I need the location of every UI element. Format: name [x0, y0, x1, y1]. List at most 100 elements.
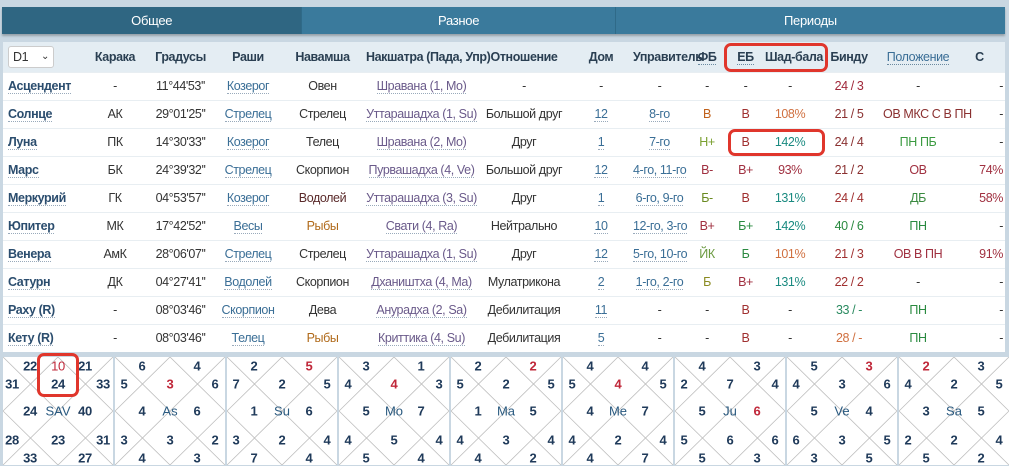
- col-position[interactable]: Положение: [882, 42, 954, 72]
- house-10-value: 5: [529, 403, 537, 419]
- house-5-value: 6: [792, 432, 800, 448]
- relation: Большой друг: [485, 107, 563, 121]
- house-3-value: 5: [568, 376, 576, 392]
- house-11-value: 5: [547, 376, 555, 392]
- house-11-value: 4: [771, 376, 779, 392]
- table-header: D1 ⌄ Карака Градусы Раши Навамша Накшатр…: [3, 42, 1005, 72]
- nakshatra-link[interactable]: Криттика (4, Su): [378, 331, 465, 347]
- rashi-link[interactable]: Козерог: [226, 135, 270, 150]
- degrees: 08°03'46'': [155, 331, 206, 346]
- nakshatra-link[interactable]: Шравана (2, Mo): [376, 135, 467, 150]
- house-8-value: 4: [305, 450, 313, 466]
- lord-link[interactable]: 8-го: [649, 107, 670, 122]
- house-6-value: 4: [474, 450, 482, 466]
- house-5-value: 4: [344, 432, 352, 448]
- planet-name[interactable]: Раху (R): [8, 303, 55, 318]
- relation: Большой друг: [485, 163, 563, 177]
- degrees: 14°30'33'': [155, 135, 206, 149]
- lord-link[interactable]: 7-го: [649, 135, 670, 150]
- eb-value: В+: [738, 275, 753, 289]
- rashi-link[interactable]: Телец: [231, 331, 265, 347]
- karaka: ГК: [108, 191, 122, 205]
- planet-name[interactable]: Меркурий: [8, 191, 66, 206]
- planet-name[interactable]: Марс: [8, 163, 39, 178]
- house-link[interactable]: 5: [597, 331, 605, 347]
- tab-misc[interactable]: Разное: [302, 7, 616, 34]
- rashi-link[interactable]: Стрелец: [224, 107, 272, 122]
- house-4-value: 1: [474, 403, 482, 419]
- nakshatra-link[interactable]: Пурвашадха (4, Ve): [368, 163, 475, 178]
- division-select[interactable]: D1 ⌄: [8, 45, 54, 68]
- chart-mo: 4 3 4 5 4 5 5 4 4 7 3 1 Mo: [339, 357, 449, 466]
- lord-link[interactable]: 4-го, 11-го: [633, 163, 687, 178]
- rashi-link[interactable]: Стрелец: [224, 163, 272, 178]
- house-8-value: 27: [78, 450, 92, 466]
- bindu-value: 24 / 4: [834, 191, 864, 205]
- nakshatra-link[interactable]: Свати (4, Ra): [385, 219, 458, 234]
- chart-label: Mo: [384, 403, 404, 419]
- house-12-value: 3: [977, 358, 985, 374]
- planet-name[interactable]: Кету (R): [8, 331, 54, 347]
- navamsha: Овен: [308, 79, 337, 93]
- house-8-value: 2: [977, 450, 985, 466]
- house-8-value: 5: [865, 450, 873, 466]
- house-11-value: 5: [323, 376, 331, 392]
- house-6-value: 5: [362, 450, 370, 466]
- position-value: ДБ: [910, 191, 926, 205]
- lord-link[interactable]: 6-го, 9-го: [635, 191, 684, 206]
- rashi-link[interactable]: Козерог: [226, 79, 270, 94]
- degrees: 04°53'57'': [155, 191, 206, 205]
- karaka: -: [113, 331, 117, 346]
- nakshatra-link[interactable]: Шравана (1, Mo): [376, 79, 467, 94]
- chart-label: SAV: [45, 403, 71, 419]
- nakshatra-link[interactable]: Дхаништха (4, Ma): [371, 275, 472, 290]
- col-fb-label: ФБ: [697, 49, 717, 65]
- house-link[interactable]: 10: [594, 219, 608, 234]
- house-link[interactable]: 12: [594, 163, 608, 178]
- chart-label: Su: [274, 403, 290, 419]
- planet-name[interactable]: Сатурн: [8, 275, 51, 290]
- house-link[interactable]: 1: [597, 191, 605, 206]
- nakshatra-link[interactable]: Уттарашадха (1, Su): [366, 247, 477, 262]
- rashi-link[interactable]: Стрелец: [224, 247, 272, 262]
- house-link[interactable]: 12: [594, 107, 608, 122]
- planet-name[interactable]: Асцендент: [8, 79, 71, 94]
- col-eb[interactable]: ЕБ: [727, 42, 764, 72]
- house-link[interactable]: 1: [597, 135, 605, 150]
- lord-link[interactable]: 5-го, 10-го: [633, 247, 688, 262]
- house-link[interactable]: 12: [594, 247, 608, 262]
- nakshatra-link[interactable]: Уттарашадха (3, Su): [366, 191, 477, 206]
- house-1-value: 3: [838, 376, 846, 392]
- tab-general[interactable]: Общее: [2, 7, 303, 34]
- rashi-link[interactable]: Козерог: [226, 191, 270, 206]
- chevron-down-icon: ⌄: [41, 51, 49, 63]
- house-1-value: 4: [614, 376, 622, 392]
- nakshatra-link[interactable]: Уттарашадха (1, Su): [366, 107, 477, 122]
- col-s: С: [975, 49, 984, 64]
- navamsha: Водолей: [298, 191, 347, 205]
- lord-link[interactable]: 12-го, 3-го: [633, 219, 688, 234]
- nakshatra-link[interactable]: Анурадха (2, Sa): [376, 303, 467, 318]
- house-7-value: 3: [166, 432, 174, 448]
- rashi-link[interactable]: Весы: [233, 219, 263, 234]
- fb-value: В: [703, 107, 711, 121]
- planet-name[interactable]: Юпитер: [8, 219, 55, 234]
- house-link[interactable]: 2: [597, 275, 605, 290]
- house: -: [599, 79, 603, 93]
- planets-table-container: D1 ⌄ Карака Градусы Раши Навамша Накшатр…: [3, 42, 1005, 352]
- lord-link[interactable]: 1-го, 2-го: [635, 275, 684, 290]
- relation: Дебилитация: [487, 303, 561, 317]
- planet-name[interactable]: Венера: [8, 247, 51, 262]
- s-value: -: [999, 275, 1003, 289]
- planet-name[interactable]: Солнце: [8, 107, 52, 122]
- rashi-link[interactable]: Водолей: [224, 275, 272, 290]
- house-link[interactable]: 11: [594, 303, 608, 318]
- chart-su: 2 2 7 1 3 7 2 4 4 6 5 5 Su: [227, 357, 337, 466]
- rashi-link[interactable]: Скорпион: [221, 303, 275, 318]
- planet-name[interactable]: Луна: [8, 135, 37, 150]
- house-12-value: 1: [417, 358, 425, 374]
- relation: Друг: [511, 247, 537, 261]
- tab-periods[interactable]: Периоды: [616, 7, 1005, 34]
- house-6-value: 5: [922, 450, 930, 466]
- col-house: Дом: [588, 49, 614, 64]
